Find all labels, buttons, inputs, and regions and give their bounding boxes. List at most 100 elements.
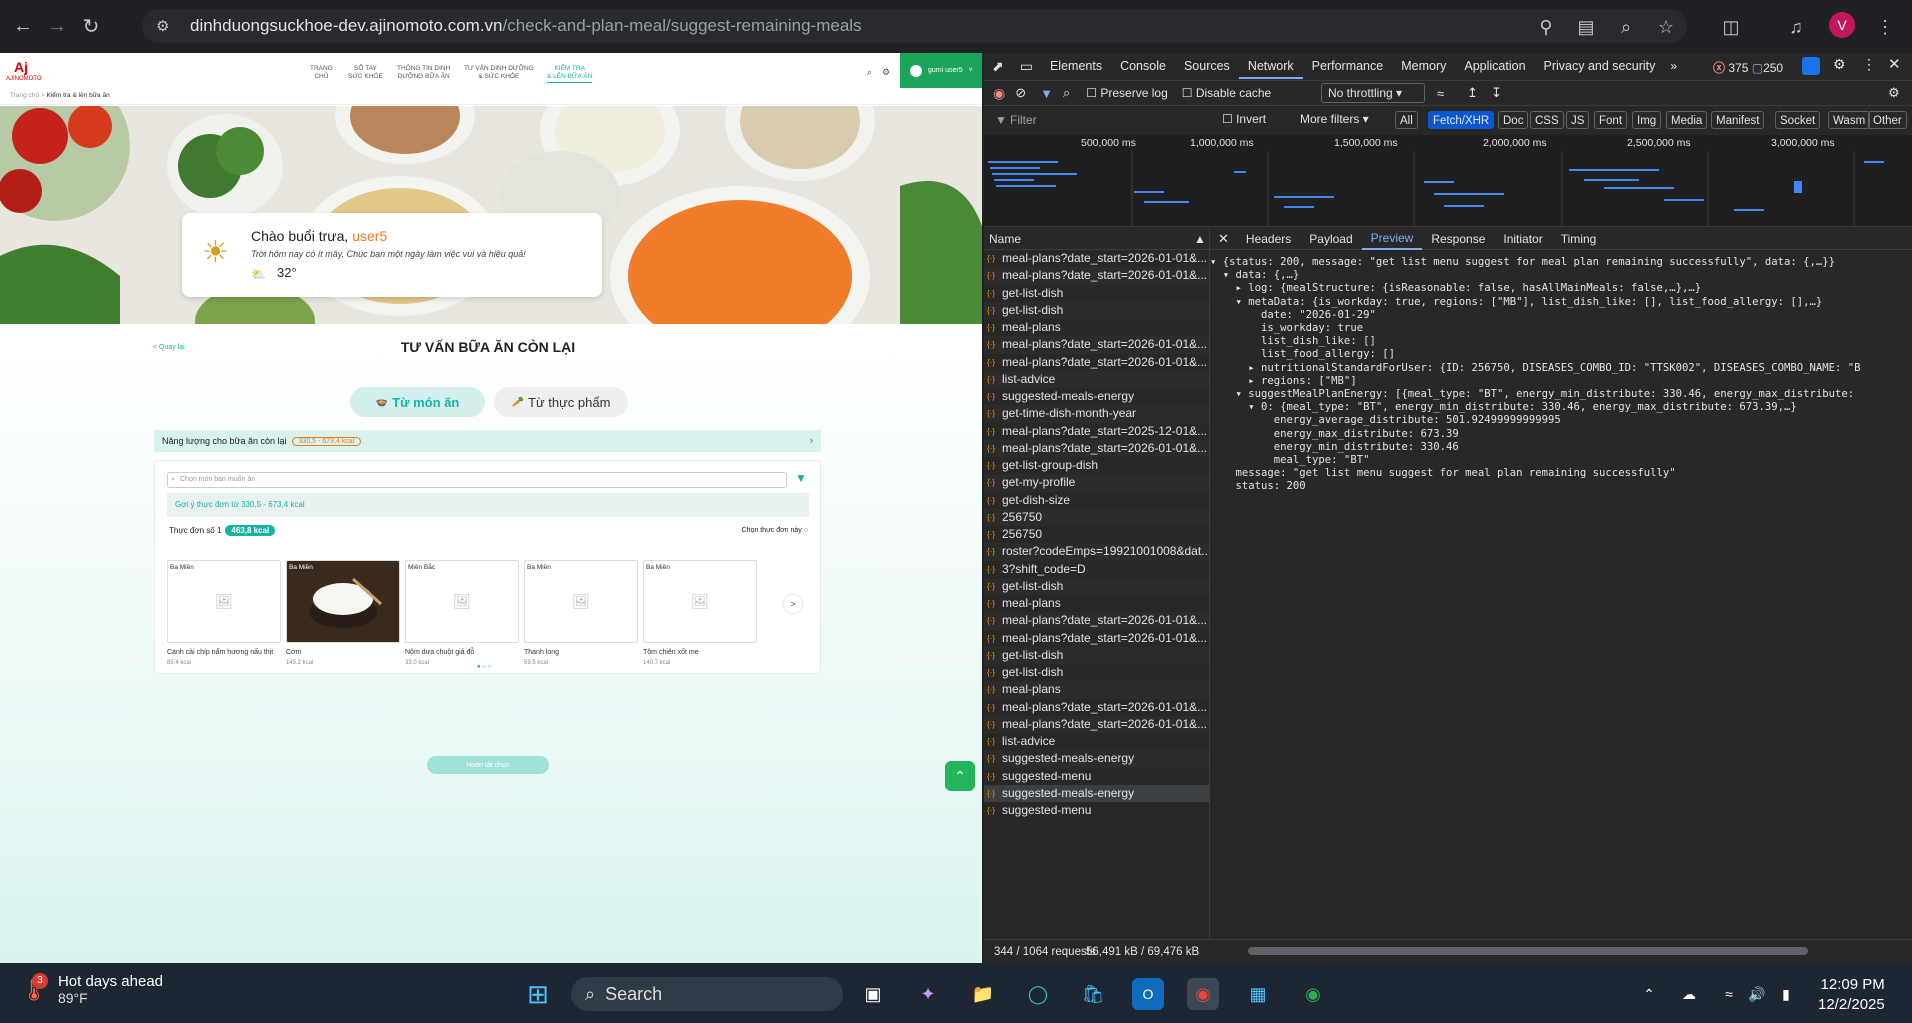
reload-icon[interactable]: ↻: [71, 6, 111, 46]
tab-response[interactable]: Response: [1422, 232, 1494, 246]
close-detail-icon[interactable]: ✕: [1210, 231, 1237, 247]
request-row[interactable]: 256750: [984, 526, 1209, 543]
filter-font[interactable]: Font: [1594, 111, 1628, 129]
store-icon[interactable]: 🛍: [1077, 978, 1109, 1010]
request-row[interactable]: get-time-dish-month-year: [984, 405, 1209, 423]
filter-socket[interactable]: Socket: [1775, 111, 1821, 129]
browser-menu-icon[interactable]: ⋮: [1870, 12, 1900, 42]
file-explorer-icon[interactable]: 📁: [967, 978, 999, 1010]
tab-console[interactable]: Console: [1111, 53, 1175, 79]
menu-item-home[interactable]: TRANG CHỦ: [310, 65, 333, 82]
column-header-name[interactable]: Name ▲: [984, 228, 1209, 250]
more-tabs-icon[interactable]: »: [1664, 59, 1683, 73]
choose-menu-radio[interactable]: Chọn thực đơn này ○: [742, 527, 808, 534]
chrome-icon[interactable]: ◉: [1187, 978, 1219, 1010]
request-row[interactable]: get-list-dish: [984, 646, 1209, 664]
request-row[interactable]: meal-plans?date_start=2026-01-01&...: [984, 439, 1209, 457]
taskbar-search[interactable]: ⌕ Search: [571, 977, 843, 1011]
tray-chevron-icon[interactable]: ⌃: [1633, 978, 1665, 1010]
disable-cache-checkbox[interactable]: ☐ Disable cache: [1182, 86, 1271, 100]
request-row[interactable]: get-list-dish: [984, 664, 1209, 681]
filter-img[interactable]: Img: [1632, 111, 1662, 129]
export-har-icon[interactable]: ↧: [1491, 85, 1502, 101]
extensions-icon[interactable]: ◫: [1716, 12, 1746, 42]
menu-item-meal-nutrition[interactable]: THÔNG TIN DINH DƯỠNG BỮA ĂN: [397, 65, 450, 82]
filter-doc[interactable]: Doc: [1498, 111, 1529, 129]
location-icon[interactable]: ⚲: [1531, 12, 1561, 42]
breadcrumb-home[interactable]: Trang chủ: [10, 92, 39, 99]
json-line[interactable]: is_workday: true: [1210, 322, 1912, 335]
battery-icon[interactable]: ▮: [1770, 978, 1802, 1010]
tab-sources[interactable]: Sources: [1175, 53, 1239, 79]
network-timeline-overview[interactable]: 500,000 ms 1,000,000 ms 1,500,000 ms 2,0…: [984, 135, 1912, 227]
filter-js[interactable]: JS: [1566, 111, 1590, 129]
devtools-more-icon[interactable]: ⋮: [1862, 56, 1876, 73]
tab-network[interactable]: Network: [1238, 53, 1303, 79]
tab-payload[interactable]: Payload: [1300, 232, 1361, 246]
dish-card[interactable]: Miền Bắc 🖼 Nộm dưa chuột giá đỗ 33,0 kcal: [405, 560, 519, 666]
onedrive-icon[interactable]: ☁: [1673, 978, 1705, 1010]
json-line[interactable]: ▸ log: {mealStructure: {isReasonable: fa…: [1210, 282, 1912, 295]
json-line[interactable]: energy_average_distribute: 501.924999999…: [1210, 414, 1912, 427]
request-row[interactable]: get-list-group-dish: [984, 457, 1209, 474]
tab-headers[interactable]: Headers: [1237, 232, 1300, 246]
dish-card[interactable]: Ba Miền 🖼 Tôm chiên xốt me 140,7 kcal: [643, 560, 757, 666]
json-line[interactable]: meal_type: "BT": [1210, 454, 1912, 467]
import-har-icon[interactable]: ↥: [1467, 85, 1478, 101]
request-row[interactable]: suggested-menu: [984, 802, 1209, 819]
request-row[interactable]: meal-plans?date_start=2025-12-01&...: [984, 423, 1209, 440]
json-line[interactable]: list_dish_like: []: [1210, 335, 1912, 348]
outlook-icon[interactable]: O: [1132, 978, 1164, 1010]
json-line[interactable]: message: "get list menu suggest for meal…: [1210, 467, 1912, 480]
tab-from-dish[interactable]: 🍲 Từ món ăn: [350, 387, 485, 417]
request-row[interactable]: list-advice: [984, 733, 1209, 750]
weather-widget[interactable]: 🌡 3 Hot days ahead 89°F: [20, 972, 163, 1006]
user-menu-button[interactable]: gumi user5 ˅: [900, 53, 982, 88]
tab-initiator[interactable]: Initiator: [1494, 232, 1551, 246]
ajinomoto-logo[interactable]: Aj AJINOMOTO: [6, 58, 42, 94]
tab-elements[interactable]: Elements: [1041, 53, 1111, 79]
request-row[interactable]: meal-plans: [984, 595, 1209, 612]
inspect-icon[interactable]: ⬈: [984, 58, 1012, 75]
json-line[interactable]: list_food_allergy: []: [1210, 348, 1912, 361]
json-line[interactable]: ▾ data: {,…}: [1210, 269, 1912, 282]
network-conditions-icon[interactable]: ≈: [1437, 86, 1444, 101]
tab-from-food[interactable]: 🥕 Từ thực phẩm: [494, 387, 628, 417]
chrome-icon[interactable]: ◉: [1297, 978, 1329, 1010]
devtools-sync-icon[interactable]: [1802, 57, 1820, 75]
filter-media[interactable]: Media: [1666, 111, 1708, 129]
dish-card[interactable]: Ba Miền Cơm 145,2 kcal: [286, 560, 400, 666]
windows-start-icon[interactable]: ⊞: [522, 978, 554, 1010]
request-row[interactable]: get-dish-size: [984, 492, 1209, 509]
json-line[interactable]: ▾ 0: {meal_type: "BT", energy_min_distri…: [1210, 401, 1912, 414]
dish-card[interactable]: Ba Miền 🖼 Thanh long 59,5 kcal: [524, 560, 638, 666]
filter-icon[interactable]: ▼: [795, 471, 807, 485]
json-line[interactable]: ▾ suggestMealPlanEnergy: [{meal_type: "B…: [1210, 388, 1912, 401]
devtools-settings-icon[interactable]: ⚙: [1833, 56, 1846, 73]
request-row[interactable]: list-advice: [984, 370, 1209, 388]
search-icon[interactable]: ⌕: [1063, 85, 1070, 101]
filter-all[interactable]: All: [1395, 111, 1418, 129]
json-line[interactable]: ▾ metaData: {is_workday: true, regions: …: [1210, 296, 1912, 309]
horizontal-scrollbar[interactable]: [1248, 947, 1808, 955]
dish-card[interactable]: Ba Miền 🖼 Canh cải chíp nấm hương nấu thị…: [167, 560, 281, 666]
menu-item-nutrition-advice[interactable]: TƯ VẤN DINH DƯỠNG & SỨC KHỎE: [464, 65, 534, 82]
preserve-log-checkbox[interactable]: ☐ Preserve log: [1086, 86, 1167, 100]
throttling-select[interactable]: No throttling ▾: [1321, 83, 1425, 103]
tab-application[interactable]: Application: [1455, 53, 1534, 79]
filter-css[interactable]: CSS: [1530, 111, 1564, 129]
request-row[interactable]: suggested-meals-energy: [984, 388, 1209, 405]
site-info-icon[interactable]: ⚙: [156, 17, 169, 35]
settings-icon[interactable]: ⚙: [882, 67, 890, 78]
menu-item-health-handbook[interactable]: SỔ TAY SỨC KHỎE: [348, 65, 383, 82]
app-icon[interactable]: ▦: [1242, 978, 1274, 1010]
devtools-close-icon[interactable]: ✕: [1888, 55, 1901, 73]
request-row[interactable]: 256750: [984, 508, 1209, 526]
tab-preview[interactable]: Preview: [1361, 228, 1423, 250]
request-row[interactable]: 3?shift_code=D: [984, 561, 1209, 578]
dish-search-input[interactable]: ⌕ Chọn món bạn muốn ăn: [167, 472, 787, 488]
carousel-dots[interactable]: ● ○ ○: [477, 664, 491, 670]
issue-counters[interactable]: ⓧ 375 ▢250: [1713, 59, 1783, 76]
network-filter-input[interactable]: ▼ Filter: [992, 110, 1202, 130]
bookmark-star-icon[interactable]: ☆: [1651, 12, 1681, 42]
